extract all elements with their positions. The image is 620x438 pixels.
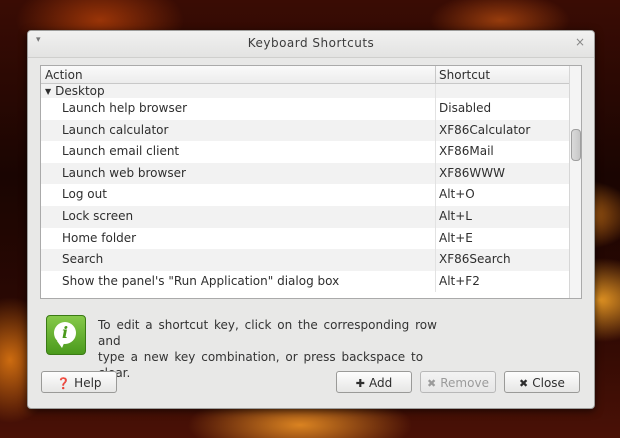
row-action: Launch web browser xyxy=(62,165,186,180)
shortcuts-tree[interactable]: Action Shortcut ▼ Desktop Launch help bro… xyxy=(40,65,582,299)
row-shortcut: XF86Search xyxy=(439,252,511,267)
row-shortcut: Alt+E xyxy=(439,230,473,245)
row-separator xyxy=(435,184,436,206)
row-shortcut: XF86Calculator xyxy=(439,122,531,137)
row-shortcut: XF86Mail xyxy=(439,144,494,159)
table-row[interactable]: Show the panel's "Run Application" dialo… xyxy=(41,270,569,293)
add-button[interactable]: ✚ Add xyxy=(336,371,412,393)
table-row[interactable]: Log out Alt+O xyxy=(41,184,569,206)
keyboard-shortcuts-dialog: ▾ Keyboard Shortcuts × Action Shortcut ▼… xyxy=(27,30,595,409)
table-row[interactable]: Home folder Alt+E xyxy=(41,227,569,250)
table-row[interactable]: Lock screen Alt+L xyxy=(41,205,569,228)
remove-icon: ✖ xyxy=(427,377,437,390)
help-icon: ❓ xyxy=(56,377,71,390)
tree-rows: ▼ Desktop Launch help browser Disabled Lau… xyxy=(41,84,569,293)
close-label: Close xyxy=(532,376,565,390)
close-button[interactable]: ✖ Close xyxy=(504,371,580,393)
table-row[interactable]: Launch email client XF86Mail xyxy=(41,141,569,163)
add-label: Add xyxy=(368,376,393,390)
row-separator xyxy=(435,205,436,228)
row-action: Show the panel's "Run Application" dialo… xyxy=(62,273,340,288)
row-separator xyxy=(435,98,436,120)
vertical-scrollbar[interactable] xyxy=(569,66,581,298)
close-icon: ✖ xyxy=(519,377,529,390)
tree-header: Action Shortcut xyxy=(41,66,569,84)
expander-icon[interactable]: ▼ xyxy=(45,87,51,96)
row-action: Log out xyxy=(62,187,107,202)
table-row[interactable]: Launch help browser Disabled xyxy=(41,98,569,120)
row-shortcut: Alt+F2 xyxy=(439,273,480,288)
group-label: Desktop xyxy=(55,84,105,98)
help-label: Help xyxy=(74,376,102,390)
tree-group-desktop[interactable]: ▼ Desktop xyxy=(41,84,569,98)
row-action: Lock screen xyxy=(62,208,134,223)
column-header-action[interactable]: Action xyxy=(45,68,83,82)
row-action: Launch help browser xyxy=(62,101,188,115)
row-shortcut: Alt+O xyxy=(439,187,475,202)
info-bubble-tail xyxy=(57,341,65,348)
row-action: Launch calculator xyxy=(62,122,169,137)
row-separator xyxy=(435,162,436,185)
column-separator xyxy=(435,66,436,83)
table-row[interactable]: Launch web browser XF86WWW xyxy=(41,162,569,185)
table-row[interactable]: Launch calculator XF86Calculator xyxy=(41,119,569,142)
window-title: Keyboard Shortcuts xyxy=(247,36,375,50)
info-line-1: To edit a shortcut key, click on the cor… xyxy=(98,318,437,348)
row-separator xyxy=(435,249,436,271)
row-shortcut: Disabled xyxy=(439,101,492,115)
info-icon: i xyxy=(46,315,86,355)
row-separator xyxy=(435,84,436,98)
row-action: Launch email client xyxy=(62,144,180,159)
row-shortcut: XF86WWW xyxy=(439,165,505,180)
remove-button[interactable]: ✖ Remove xyxy=(420,371,496,393)
scrollbar-thumb[interactable] xyxy=(571,129,581,161)
row-separator xyxy=(435,270,436,293)
column-header-shortcut[interactable]: Shortcut xyxy=(439,68,490,82)
title-bar: ▾ Keyboard Shortcuts × xyxy=(28,31,594,58)
info-panel: i To edit a shortcut key, click on the c… xyxy=(46,313,576,380)
help-button[interactable]: ❓ Help xyxy=(41,371,117,393)
row-shortcut: Alt+L xyxy=(439,208,472,223)
row-separator xyxy=(435,227,436,250)
row-action: Search xyxy=(62,252,104,267)
remove-label: Remove xyxy=(440,376,489,390)
table-row[interactable]: Search XF86Search xyxy=(41,249,569,271)
window-close-icon[interactable]: × xyxy=(575,35,585,49)
row-separator xyxy=(435,141,436,163)
add-icon: ✚ xyxy=(355,377,365,390)
row-separator xyxy=(435,119,436,142)
row-action: Home folder xyxy=(62,230,137,245)
